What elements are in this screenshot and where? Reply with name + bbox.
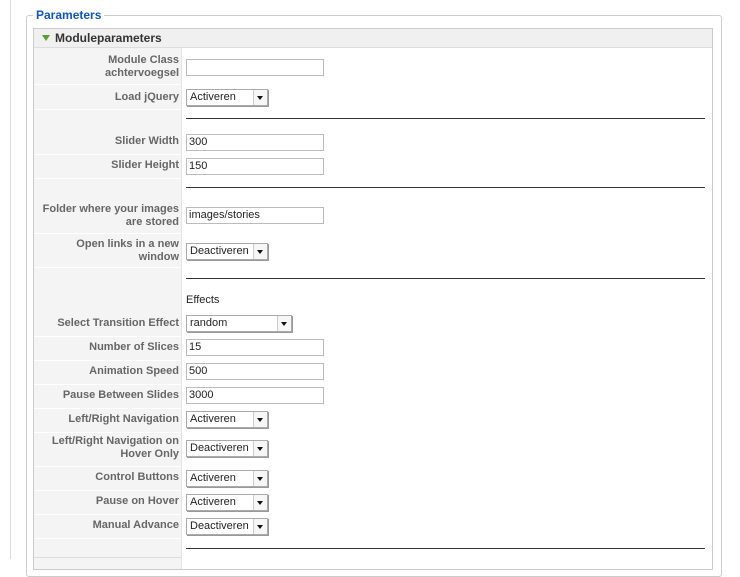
row-slider-height: Slider Height 150 bbox=[34, 156, 712, 179]
pause-on-hover-value: Activeren bbox=[190, 496, 236, 508]
pause-on-hover-label: Pause on Hover bbox=[95, 495, 179, 507]
row-number-of-slices: Number of Slices 15 bbox=[34, 338, 712, 361]
row-manual-advance: Manual Advance Deactiveren bbox=[34, 516, 712, 539]
open-links-select[interactable]: Deactiveren bbox=[186, 243, 268, 260]
manual-advance-value: Deactiveren bbox=[190, 520, 249, 532]
left-panel-edge bbox=[0, 0, 11, 559]
lr-navigation-label: Left/Right Navigation bbox=[68, 413, 179, 425]
chevron-down-icon bbox=[253, 90, 267, 105]
parameters-legend: Parameters bbox=[33, 8, 105, 22]
lr-navigation-hover-value: Deactiveren bbox=[190, 442, 249, 454]
row-slider-width: Slider Width 300 bbox=[34, 132, 712, 155]
lr-navigation-hover-label: Left/Right Navigation on Hover Only bbox=[51, 435, 179, 460]
divider bbox=[186, 187, 705, 188]
lr-navigation-value: Activeren bbox=[190, 413, 236, 425]
number-of-slices-label: Number of Slices bbox=[89, 341, 179, 353]
lr-navigation-hover-select[interactable]: Deactiveren bbox=[186, 440, 268, 457]
chevron-down-icon bbox=[253, 412, 267, 427]
module-class-label: Module Class achtervoegsel bbox=[105, 54, 179, 79]
row-lr-navigation: Left/Right Navigation Activeren bbox=[34, 410, 712, 433]
chevron-down-icon bbox=[277, 316, 291, 331]
row-lr-navigation-hover: Left/Right Navigation on Hover Only Deac… bbox=[34, 434, 712, 467]
chevron-down-icon bbox=[253, 519, 267, 534]
row-bottom-separator bbox=[34, 557, 712, 558]
effects-heading: Effects bbox=[186, 294, 220, 306]
lr-navigation-select[interactable]: Activeren bbox=[186, 411, 268, 428]
transition-effect-select[interactable]: random bbox=[186, 315, 292, 332]
moduleparameters-panel: Moduleparameters Module Class achtervoeg… bbox=[33, 28, 713, 570]
row-load-jquery: Load jQuery Activeren bbox=[34, 87, 712, 110]
expand-arrow-icon[interactable] bbox=[42, 35, 50, 41]
pause-on-hover-select[interactable]: Activeren bbox=[186, 494, 268, 511]
slider-height-label: Slider Height bbox=[111, 159, 179, 171]
chevron-down-icon bbox=[253, 495, 267, 510]
row-transition-effect: Select Transition Effect random bbox=[34, 314, 712, 337]
open-links-value: Deactiveren bbox=[190, 245, 249, 257]
transition-effect-label: Select Transition Effect bbox=[57, 317, 179, 329]
row-open-links: Open links in a new window Deactiveren bbox=[34, 235, 712, 268]
row-pause-on-hover: Pause on Hover Activeren bbox=[34, 492, 712, 515]
module-class-suffix-input[interactable] bbox=[186, 59, 324, 76]
chevron-down-icon bbox=[253, 471, 267, 486]
pause-between-slides-label: Pause Between Slides bbox=[62, 389, 179, 401]
animation-speed-label: Animation Speed bbox=[89, 365, 179, 377]
control-buttons-value: Activeren bbox=[190, 472, 236, 484]
manual-advance-select[interactable]: Deactiveren bbox=[186, 518, 268, 535]
load-jquery-select[interactable]: Activeren bbox=[186, 89, 268, 106]
row-module-class-suffix: Module Class achtervoegsel bbox=[34, 54, 712, 85]
slider-width-input[interactable]: 300 bbox=[186, 134, 324, 151]
moduleparameters-header[interactable]: Moduleparameters bbox=[34, 29, 712, 48]
row-animation-speed: Animation Speed 500 bbox=[34, 362, 712, 385]
divider bbox=[186, 548, 705, 549]
row-images-folder: Folder where your images are stored imag… bbox=[34, 201, 712, 234]
row-control-buttons: Control Buttons Activeren bbox=[34, 468, 712, 491]
number-of-slices-input[interactable]: 15 bbox=[186, 339, 324, 356]
control-buttons-label: Control Buttons bbox=[95, 471, 179, 483]
animation-speed-input[interactable]: 500 bbox=[186, 363, 324, 380]
open-links-label: Open links in a new window bbox=[76, 238, 179, 263]
row-pause-between-slides: Pause Between Slides 3000 bbox=[34, 386, 712, 409]
load-jquery-label: Load jQuery bbox=[114, 91, 179, 103]
slider-width-label: Slider Width bbox=[114, 135, 179, 147]
slider-height-input[interactable]: 150 bbox=[186, 158, 324, 175]
divider bbox=[186, 278, 705, 279]
control-buttons-select[interactable]: Activeren bbox=[186, 470, 268, 487]
images-folder-input[interactable]: images/stories bbox=[186, 207, 324, 224]
panel-title: Moduleparameters bbox=[55, 31, 162, 45]
transition-effect-value: random bbox=[190, 317, 228, 329]
pause-between-slides-input[interactable]: 3000 bbox=[186, 387, 324, 404]
load-jquery-value: Activeren bbox=[190, 91, 236, 103]
images-folder-label: Folder where your images are stored bbox=[42, 203, 179, 228]
divider bbox=[186, 118, 705, 119]
chevron-down-icon bbox=[253, 441, 267, 456]
manual-advance-label: Manual Advance bbox=[92, 519, 179, 531]
chevron-down-icon bbox=[253, 244, 267, 259]
